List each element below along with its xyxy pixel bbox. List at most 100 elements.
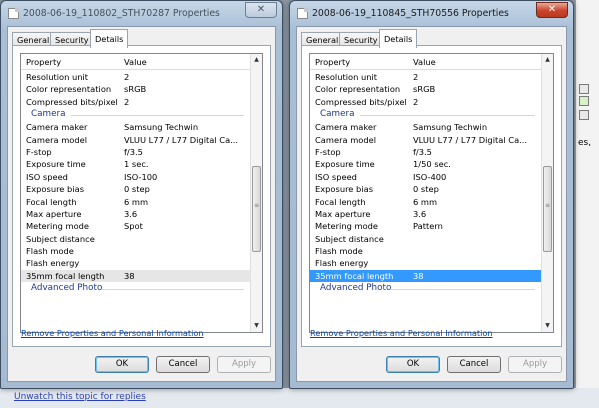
- property-name: Focal length: [315, 196, 366, 207]
- property-value: ISO-400: [413, 171, 447, 182]
- property-row[interactable]: Focal length 6 mm: [21, 196, 250, 208]
- property-name: Flash energy: [26, 258, 80, 269]
- property-row[interactable]: Camera model VLUU L77 / L77 Digital Ca...: [310, 134, 541, 146]
- property-row[interactable]: 35mm focal length 38: [21, 269, 250, 283]
- scroll-thumb[interactable]: ≡: [252, 166, 261, 252]
- file-icon: [297, 8, 308, 19]
- property-row[interactable]: ISO speed ISO-400: [310, 171, 541, 183]
- property-row[interactable]: Resolution unit 2: [310, 71, 541, 83]
- property-row[interactable]: Camera model VLUU L77 / L77 Digital Ca...: [21, 134, 250, 146]
- property-row[interactable]: Exposure time 1 sec.: [21, 158, 250, 170]
- property-rows: Resolution unit 2 Color representation sRGB…: [310, 71, 541, 295]
- property-row[interactable]: Exposure time 1/50 sec.: [310, 158, 541, 170]
- property-row[interactable]: Flash mode: [310, 245, 541, 257]
- property-row[interactable]: Max aperture 3.6: [21, 208, 250, 220]
- group-label: Advanced Photo: [31, 283, 103, 294]
- property-row[interactable]: Camera maker Samsung Techwin: [310, 121, 541, 133]
- property-row[interactable]: Subject distance: [310, 233, 541, 245]
- title-bar[interactable]: 2008-06-19_110845_STH70556 Properties ✕: [290, 1, 573, 27]
- scroll-up-arrow-icon[interactable]: ▲: [542, 54, 553, 66]
- property-group-header[interactable]: Camera: [21, 108, 250, 121]
- vertical-scrollbar[interactable]: ▲ ≡ ▼: [250, 54, 262, 332]
- property-row[interactable]: Subject distance: [21, 233, 250, 245]
- tab-details[interactable]: Details: [90, 29, 129, 48]
- property-value: 38: [413, 270, 424, 281]
- scroll-up-arrow-icon[interactable]: ▲: [251, 54, 262, 66]
- property-value: 2: [413, 72, 419, 82]
- property-row[interactable]: Metering mode Spot: [21, 220, 250, 232]
- scroll-down-arrow-icon[interactable]: ▼: [251, 320, 262, 332]
- ok-button[interactable]: OK: [95, 356, 149, 373]
- property-row[interactable]: Color representation sRGB: [21, 83, 250, 95]
- property-group-header[interactable]: Advanced Photo: [310, 282, 541, 295]
- column-header-property[interactable]: Property: [26, 57, 61, 67]
- grip-icon: ≡: [254, 202, 260, 209]
- property-row[interactable]: Exposure bias 0 step: [310, 183, 541, 195]
- tab-details[interactable]: Details: [379, 29, 418, 48]
- title-bar[interactable]: 2008-06-19_110802_STH70287 Properties ✕: [1, 1, 282, 27]
- property-value: sRGB: [413, 84, 436, 95]
- background-unwatch-link[interactable]: Unwatch this topic for replies: [14, 392, 146, 402]
- apply-button[interactable]: Apply: [217, 356, 271, 373]
- property-row[interactable]: F-stop f/3.5: [310, 146, 541, 158]
- property-name: F-stop: [315, 146, 341, 157]
- details-panel: Property Value Resolution unit 2 Color rep…: [12, 45, 271, 347]
- property-row[interactable]: 35mm focal length 38: [310, 269, 541, 283]
- property-group-header[interactable]: Camera: [310, 108, 541, 121]
- ok-button[interactable]: OK: [386, 356, 440, 373]
- property-row[interactable]: Camera maker Samsung Techwin: [21, 121, 250, 133]
- property-row[interactable]: Color representation sRGB: [310, 83, 541, 95]
- property-row[interactable]: Flash energy: [21, 257, 250, 269]
- column-header-value[interactable]: Value: [124, 57, 147, 67]
- property-value: sRGB: [124, 84, 147, 95]
- property-rows: Resolution unit 2 Color representation sRGB…: [21, 71, 250, 295]
- group-label: Camera: [320, 109, 355, 120]
- background-app-window: es,: [575, 0, 599, 408]
- column-header-value[interactable]: Value: [413, 57, 436, 67]
- property-row[interactable]: F-stop f/3.5: [21, 146, 250, 158]
- property-row[interactable]: Exposure bias 0 step: [21, 183, 250, 195]
- window-title: 2008-06-19_110845_STH70556 Properties: [312, 8, 509, 19]
- property-name: Camera model: [315, 134, 377, 145]
- property-value: 6 mm: [413, 196, 438, 207]
- property-row[interactable]: Resolution unit 2: [21, 71, 250, 83]
- cancel-button[interactable]: Cancel: [447, 356, 501, 373]
- column-header-property[interactable]: Property: [315, 57, 350, 67]
- list-header: Property Value: [21, 54, 250, 70]
- property-row[interactable]: Focal length 6 mm: [310, 196, 541, 208]
- file-icon: [8, 8, 19, 19]
- property-name: Focal length: [26, 196, 77, 207]
- close-button[interactable]: ✕: [245, 2, 277, 18]
- background-toolbar-icon: [579, 84, 589, 94]
- property-row[interactable]: Flash mode: [21, 245, 250, 257]
- property-row[interactable]: Metering mode Pattern: [310, 220, 541, 232]
- cancel-button[interactable]: Cancel: [156, 356, 210, 373]
- property-row[interactable]: Compressed bits/pixel 2: [21, 96, 250, 108]
- remove-properties-link[interactable]: Remove Properties and Personal Informati…: [310, 328, 493, 338]
- property-name: Compressed bits/pixel: [315, 96, 407, 107]
- apply-button[interactable]: Apply: [508, 356, 562, 373]
- property-name: Metering mode: [26, 221, 90, 232]
- property-group-header[interactable]: Advanced Photo: [21, 282, 250, 295]
- property-list[interactable]: Property Value Resolution unit 2 Color rep…: [309, 53, 554, 333]
- property-name: Flash energy: [315, 258, 369, 269]
- property-value: 2: [124, 96, 130, 107]
- property-name: Max aperture: [315, 208, 371, 219]
- property-name: Resolution unit: [315, 72, 378, 82]
- property-name: Resolution unit: [26, 72, 89, 82]
- vertical-scrollbar[interactable]: ▲ ≡ ▼: [541, 54, 553, 332]
- property-value: 3.6: [124, 208, 138, 219]
- property-list[interactable]: Property Value Resolution unit 2 Color rep…: [20, 53, 263, 333]
- property-name: Camera model: [26, 134, 88, 145]
- property-row[interactable]: ISO speed ISO-100: [21, 171, 250, 183]
- scroll-thumb[interactable]: ≡: [543, 166, 552, 252]
- property-row[interactable]: Max aperture 3.6: [310, 208, 541, 220]
- property-name: Color representation: [315, 84, 401, 95]
- property-name: Exposure bias: [26, 184, 85, 195]
- property-row[interactable]: Flash energy: [310, 257, 541, 269]
- scroll-down-arrow-icon[interactable]: ▼: [542, 320, 553, 332]
- remove-properties-link[interactable]: Remove Properties and Personal Informati…: [21, 328, 204, 338]
- close-button[interactable]: ✕: [536, 2, 568, 18]
- property-value: f/3.5: [413, 146, 432, 157]
- property-row[interactable]: Compressed bits/pixel 2: [310, 96, 541, 108]
